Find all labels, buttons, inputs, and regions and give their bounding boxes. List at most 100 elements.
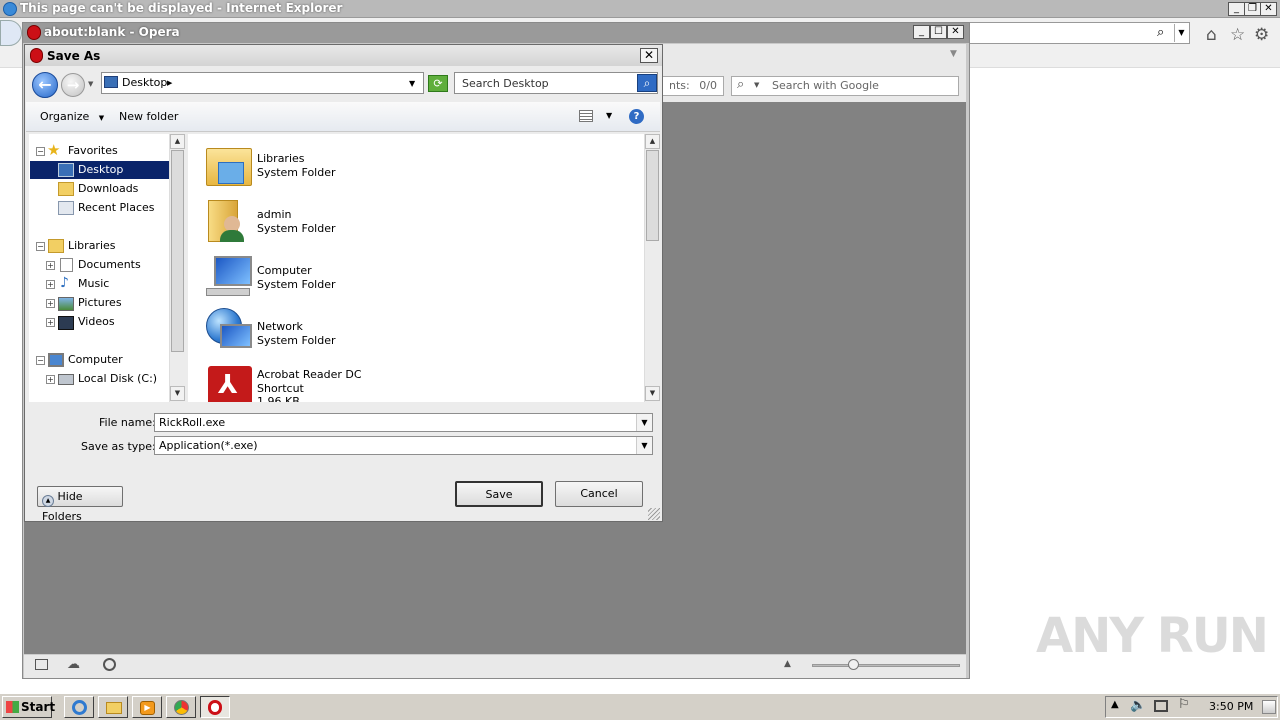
- pictures-expand-icon[interactable]: +: [46, 299, 55, 308]
- home-icon[interactable]: ⌂: [1206, 25, 1217, 45]
- documents-expand-icon[interactable]: +: [46, 261, 55, 270]
- dialog-close-button[interactable]: ✕: [640, 48, 658, 63]
- speed-icon[interactable]: [103, 658, 116, 671]
- save-type-select[interactable]: Application(*.exe) ▼: [154, 436, 653, 455]
- tree-item-videos[interactable]: Videos: [78, 313, 115, 331]
- save-type-dropdown-icon[interactable]: ▼: [636, 437, 652, 454]
- dialog-titlebar: [25, 45, 662, 66]
- file-name-network: Network: [257, 320, 303, 333]
- music-expand-icon[interactable]: +: [46, 280, 55, 289]
- computer-base-icon: [206, 288, 250, 296]
- tree-item-favorites[interactable]: Favorites: [68, 142, 118, 160]
- tree-item-local-disk[interactable]: Local Disk (C:): [78, 370, 157, 388]
- file-name-label: File name:: [99, 416, 156, 429]
- file-type-acrobat: Shortcut: [257, 382, 304, 395]
- tree-scroll-down-icon[interactable]: ▼: [170, 386, 185, 401]
- files-scroll-up-icon[interactable]: ▲: [645, 134, 660, 149]
- ie-address-dropdown-icon[interactable]: ▼: [1174, 24, 1188, 42]
- tools-gear-icon[interactable]: ⚙: [1254, 25, 1269, 45]
- resize-grip-icon[interactable]: [648, 508, 660, 520]
- panel-toggle-icon[interactable]: [35, 659, 48, 670]
- zoom-slider-track[interactable]: [812, 664, 960, 667]
- opera-search-field[interactable]: Search with Google: [731, 76, 959, 96]
- ie-restore-button[interactable]: ❐: [1244, 2, 1261, 16]
- back-arrow-icon[interactable]: ←: [32, 72, 58, 98]
- cloud-icon[interactable]: ☁: [67, 657, 80, 672]
- videos-expand-icon[interactable]: +: [46, 318, 55, 327]
- tree-item-pictures[interactable]: Pictures: [78, 294, 122, 312]
- location-dropdown-icon[interactable]: ▼: [409, 79, 415, 88]
- file-item-admin[interactable]: [206, 198, 254, 246]
- file-name-input[interactable]: RickRoll.exe ▼: [154, 413, 653, 432]
- refresh-icon[interactable]: ⟳: [428, 75, 448, 92]
- counter-value: 0/0: [699, 79, 717, 92]
- help-icon[interactable]: ?: [629, 109, 644, 124]
- taskbar-opera-button[interactable]: [200, 696, 230, 718]
- view-options-dropdown-icon[interactable]: ▼: [606, 111, 612, 120]
- organize-dropdown-icon: ▼: [98, 114, 105, 122]
- tree-item-libraries[interactable]: Libraries: [68, 237, 116, 255]
- action-center-flag-icon[interactable]: ⚐: [1178, 697, 1190, 712]
- tree-item-recent-places[interactable]: Recent Places: [78, 199, 155, 217]
- tree-item-computer[interactable]: Computer: [68, 351, 123, 369]
- status-up-icon[interactable]: ▲: [784, 659, 791, 669]
- save-button[interactable]: Save: [455, 481, 543, 507]
- zoom-slider-thumb[interactable]: [848, 659, 859, 670]
- ie-window-title: This page can't be displayed - Internet …: [20, 1, 343, 15]
- opera-tab-menu-icon[interactable]: ▼: [950, 49, 957, 59]
- show-hidden-icons-icon[interactable]: ▲: [1111, 699, 1119, 710]
- tree-item-desktop[interactable]: Desktop: [78, 161, 123, 179]
- file-item-network[interactable]: [206, 308, 254, 356]
- forward-arrow-icon[interactable]: →: [61, 73, 85, 97]
- tree-item-downloads[interactable]: Downloads: [78, 180, 138, 198]
- windows-logo-icon: [6, 701, 19, 713]
- ie-search-icon[interactable]: ⌕: [1157, 25, 1164, 40]
- show-desktop-button[interactable]: [1262, 700, 1276, 714]
- desktop-location-icon: [104, 76, 118, 88]
- tree-item-documents[interactable]: Documents: [78, 256, 141, 274]
- file-name-dropdown-icon[interactable]: ▼: [636, 414, 652, 431]
- organize-button[interactable]: Organize ▼: [40, 110, 104, 123]
- favorites-star-icon[interactable]: ☆: [1230, 25, 1245, 45]
- start-button[interactable]: Start: [2, 696, 55, 718]
- save-type-label: Save as type:: [81, 440, 156, 453]
- cancel-button[interactable]: Cancel: [555, 481, 643, 507]
- tree-scroll-up-icon[interactable]: ▲: [170, 134, 185, 149]
- libraries-collapse-icon[interactable]: −: [36, 242, 45, 251]
- libraries-overlay-icon: [218, 162, 244, 184]
- computer-monitor-icon: [214, 256, 252, 286]
- opera-maximize-button[interactable]: ☐: [930, 25, 947, 39]
- opera-minimize-button[interactable]: _: [913, 25, 930, 39]
- file-item-computer[interactable]: [206, 254, 254, 300]
- taskbar-explorer-button[interactable]: [98, 696, 128, 718]
- local-disk-expand-icon[interactable]: +: [46, 375, 55, 384]
- search-icon[interactable]: ⌕: [637, 74, 657, 92]
- new-folder-button[interactable]: New folder: [119, 110, 178, 123]
- files-scroll-thumb[interactable]: [646, 150, 659, 241]
- pictures-icon: [58, 297, 74, 311]
- file-name-acrobat: Acrobat Reader DC: [257, 368, 362, 381]
- files-scroll-down-icon[interactable]: ▼: [645, 386, 660, 401]
- computer-collapse-icon[interactable]: −: [36, 356, 45, 365]
- recent-locations-dropdown-icon[interactable]: ▼: [88, 80, 93, 88]
- taskbar-ie-button[interactable]: [64, 696, 94, 718]
- tree-item-music[interactable]: Music: [78, 275, 109, 293]
- volume-icon[interactable]: 🔈: [1130, 698, 1146, 713]
- ie-minimize-button[interactable]: _: [1228, 2, 1245, 16]
- hide-folders-button[interactable]: ▲ Hide Folders: [37, 486, 123, 523]
- search-engine-dropdown-icon[interactable]: ▼: [754, 81, 759, 89]
- taskbar-chrome-button[interactable]: [166, 696, 196, 718]
- location-breadcrumb-arrow-icon[interactable]: ▶: [167, 79, 172, 87]
- network-tray-icon[interactable]: [1154, 700, 1168, 712]
- clock[interactable]: 3:50 PM: [1209, 700, 1253, 713]
- ie-page-area: [970, 68, 1280, 688]
- change-view-icon[interactable]: [579, 110, 593, 122]
- taskbar-media-player-button[interactable]: ▶: [132, 696, 162, 718]
- favorites-collapse-icon[interactable]: −: [36, 147, 45, 156]
- file-name-libraries: Libraries: [257, 152, 305, 165]
- ie-close-button[interactable]: ✕: [1260, 2, 1277, 16]
- tree-scroll-thumb[interactable]: [171, 150, 184, 352]
- acrobat-reader-icon[interactable]: ⅄: [208, 366, 252, 402]
- file-item-libraries[interactable]: [206, 142, 254, 188]
- opera-close-button[interactable]: ✕: [947, 25, 964, 39]
